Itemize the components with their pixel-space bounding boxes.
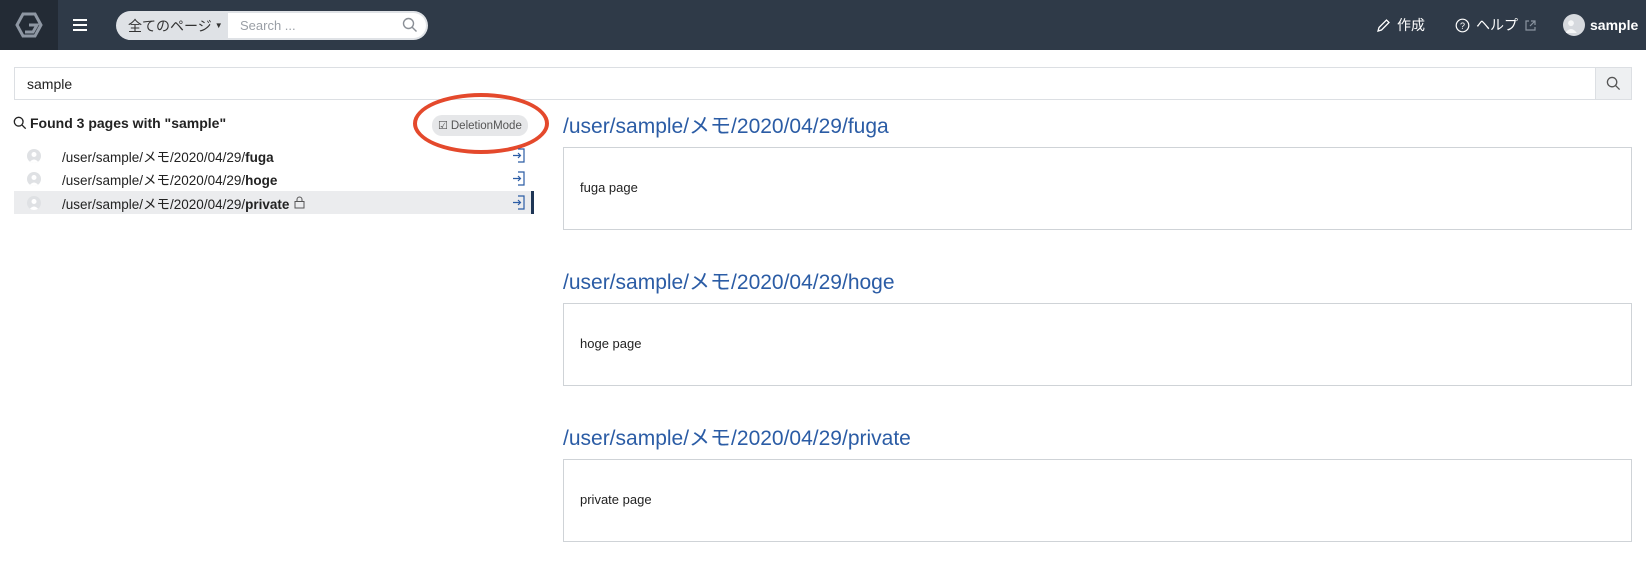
page-creator-avatar <box>27 148 41 163</box>
preview-body: fuga page <box>563 147 1632 230</box>
create-label: 作成 <box>1397 17 1425 33</box>
search-icon <box>1606 76 1621 91</box>
top-navbar: 全てのページ ▼ 作成 ? ヘルプ sam <box>0 0 1646 50</box>
checkbox-icon: ☑ <box>438 120 448 132</box>
result-list-item[interactable]: /user/sample/メモ/2020/04/29/hoge <box>14 167 534 190</box>
create-page-button[interactable]: 作成 <box>1376 0 1425 50</box>
deletion-mode-label: DeletionMode <box>450 119 522 132</box>
pencil-icon <box>1377 18 1390 32</box>
logo-icon <box>15 12 43 38</box>
question-circle-icon: ? <box>1455 18 1470 32</box>
search-result-summary: Found 3 pages with "sample" <box>13 115 226 131</box>
main-search-form <box>14 67 1632 100</box>
result-page-path: /user/sample/メモ/2020/04/29/hoge <box>62 172 278 188</box>
menu-toggle-button[interactable] <box>68 13 92 37</box>
open-page-button[interactable] <box>512 195 526 210</box>
preview-title-link[interactable]: /user/sample/メモ/2020/04/29/private <box>563 422 911 452</box>
result-list-item[interactable]: /user/sample/メモ/2020/04/29/fuga <box>14 144 534 167</box>
preview-text: fuga page <box>580 180 638 195</box>
preview-title-link[interactable]: /user/sample/メモ/2020/04/29/hoge <box>563 266 895 296</box>
preview-title-link[interactable]: /user/sample/メモ/2020/04/29/fuga <box>563 110 889 140</box>
open-page-button[interactable] <box>512 148 526 163</box>
main-search-button[interactable] <box>1595 68 1631 99</box>
search-scope-dropdown[interactable]: 全てのページ ▼ <box>116 11 226 40</box>
help-label: ヘルプ <box>1476 17 1518 33</box>
sign-in-icon <box>513 148 525 163</box>
caret-down-icon: ▼ <box>214 21 223 30</box>
preview-text: private page <box>580 492 652 507</box>
sign-in-icon <box>513 171 525 186</box>
preview-body: private page <box>563 459 1632 542</box>
open-page-button[interactable] <box>512 171 526 186</box>
user-name: sample <box>1590 17 1639 33</box>
preview-body: hoge page <box>563 303 1632 386</box>
user-icon <box>29 198 39 210</box>
preview-text: hoge page <box>580 336 642 351</box>
deletion-mode-button[interactable]: ☑ DeletionMode <box>432 115 528 136</box>
page-creator-avatar <box>27 171 41 186</box>
search-icon <box>13 116 27 130</box>
main-search-input[interactable] <box>15 68 1597 99</box>
user-icon <box>29 151 39 163</box>
search-icon[interactable] <box>402 17 418 33</box>
search-scope-label: 全てのページ <box>128 17 212 34</box>
user-icon <box>1565 20 1577 33</box>
help-link[interactable]: ? ヘルプ <box>1455 0 1537 50</box>
hamburger-icon <box>73 19 87 31</box>
user-avatar <box>1563 14 1585 36</box>
growi-logo[interactable] <box>0 0 58 50</box>
nav-search-input[interactable] <box>228 13 426 38</box>
result-page-path: /user/sample/メモ/2020/04/29/fuga <box>62 149 274 165</box>
svg-text:?: ? <box>1460 21 1465 31</box>
nav-search-form: 全てのページ ▼ <box>116 11 428 40</box>
page-creator-avatar <box>27 195 41 210</box>
active-item-indicator <box>531 191 534 214</box>
result-page-path: /user/sample/メモ/2020/04/29/private <box>62 196 290 212</box>
lock-icon <box>294 196 305 209</box>
user-menu[interactable]: sample <box>1563 0 1638 50</box>
user-icon <box>29 174 39 186</box>
result-list-item-active[interactable]: /user/sample/メモ/2020/04/29/private <box>14 191 534 214</box>
found-text: Found 3 pages with "sample" <box>30 115 227 131</box>
external-link-icon <box>1525 19 1536 31</box>
sign-in-icon <box>513 195 525 210</box>
